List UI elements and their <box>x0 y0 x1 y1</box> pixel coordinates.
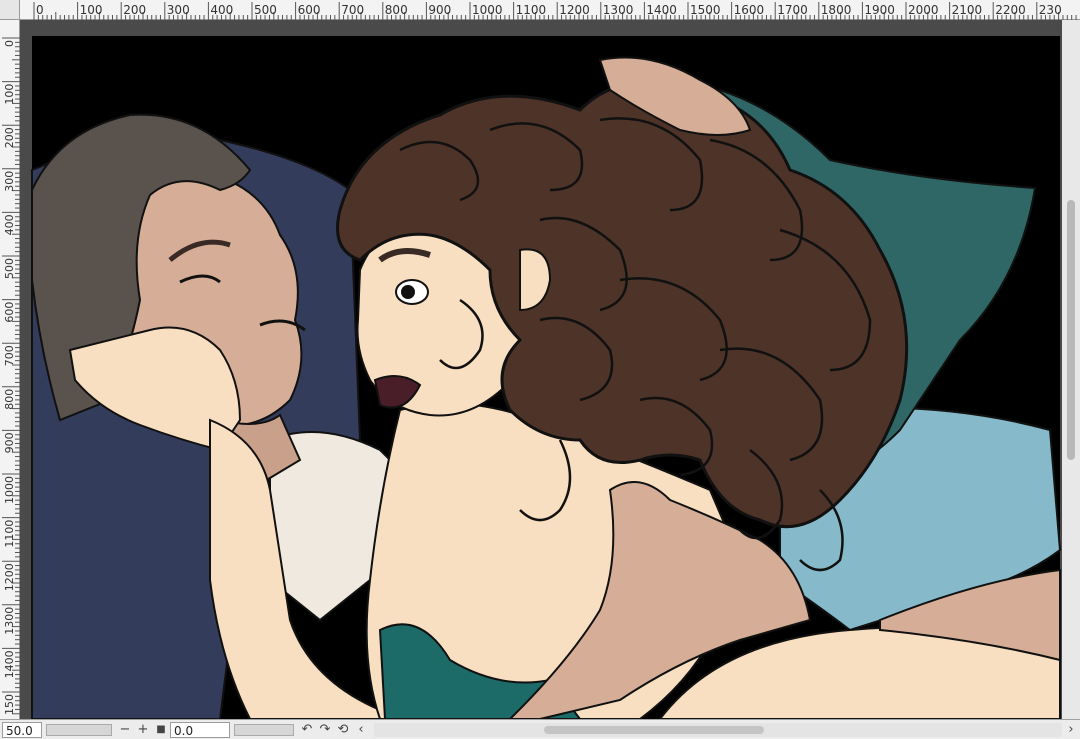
ruler-top-label: 1100 <box>516 3 547 17</box>
vertical-scrollbar-thumb[interactable] <box>1067 200 1075 460</box>
ruler-left-label: 1200 <box>3 563 16 591</box>
horizontal-scrollbar[interactable] <box>374 722 1062 737</box>
ruler-top-label: 900 <box>428 3 451 17</box>
ruler-top-label: 100 <box>80 3 103 17</box>
ruler-left-label: 400 <box>3 214 16 235</box>
ruler-top-label: 1900 <box>864 3 895 17</box>
ruler-top-label: 1700 <box>777 3 808 17</box>
zoom-slider[interactable] <box>46 723 112 736</box>
ruler-top-label: 2000 <box>908 3 939 17</box>
ruler-left-label: 700 <box>3 345 16 366</box>
rotation-field[interactable]: 0.0 <box>170 721 230 738</box>
artwork[interactable] <box>20 20 1062 719</box>
ruler-top-label: 300 <box>167 3 190 17</box>
canvas-statusbar: 50.0 − + ■ 0.0 ↶ ↷ ⟲ ‹ › <box>0 719 1080 739</box>
ruler-top-label: 400 <box>210 3 233 17</box>
ruler-top-label: 1500 <box>690 3 721 17</box>
ruler-left-label: 300 <box>3 171 16 192</box>
ruler-left-scale: 0 100 200 300 400 500 600 700 800 900 1000 1100 1200… <box>2 37 20 715</box>
zoom-in-button[interactable]: + <box>134 722 152 738</box>
ruler-top-label: 1800 <box>821 3 852 17</box>
ruler-top-label: 700 <box>341 3 364 17</box>
ruler-top-label: 1000 <box>472 3 503 17</box>
drawing-canvas[interactable] <box>20 20 1062 719</box>
rotation-slider[interactable] <box>234 723 294 736</box>
scroll-left-button[interactable]: ‹ <box>352 722 370 738</box>
ruler-top-label: 0 <box>36 3 44 17</box>
scroll-right-button[interactable]: › <box>1062 722 1080 738</box>
reset-rotation-button[interactable]: ⟲ <box>334 722 352 738</box>
ruler-left-label: 1300 <box>3 607 16 635</box>
ruler-left-label: 1100 <box>3 520 16 548</box>
zoom-out-button[interactable]: − <box>116 722 134 738</box>
redo-icon: ↷ <box>319 722 331 737</box>
ruler-top-label: 230 <box>1039 3 1062 17</box>
ruler-top-label: 1200 <box>559 3 590 17</box>
ruler-top-label: 500 <box>254 3 277 17</box>
ruler-top-label: 800 <box>385 3 408 17</box>
reset-rotation-icon: ⟲ <box>337 722 349 737</box>
ruler-left-label: 900 <box>3 432 16 453</box>
ruler-top-label: 2200 <box>995 3 1026 17</box>
ruler-corner <box>0 0 20 20</box>
undo-rotate-button[interactable]: ↶ <box>298 722 316 738</box>
ruler-top-label: 600 <box>298 3 321 17</box>
ruler-left-label: 600 <box>3 302 16 323</box>
ruler-left-label: 150 <box>3 694 16 715</box>
ruler-left-label: 500 <box>3 258 16 279</box>
vertical-scrollbar[interactable] <box>1062 20 1080 719</box>
ruler-top-label: 1600 <box>734 3 765 17</box>
ruler-top-label: 2100 <box>952 3 983 17</box>
redo-rotate-button[interactable]: ↷ <box>316 722 334 738</box>
ruler-top: 0 100 200 300 400 500 600 700 800 900 1000 1100 1200… <box>0 0 1080 20</box>
fit-window-button[interactable]: ■ <box>152 722 170 738</box>
ruler-top-scale: 0 100 200 300 400 500 600 700 800 900 1000 1100 1200… <box>33 2 1077 20</box>
undo-icon: ↶ <box>301 722 313 737</box>
ruler-left-label: 0 <box>3 40 16 47</box>
horizontal-scrollbar-thumb[interactable] <box>544 725 764 734</box>
ruler-left: 0 100 200 300 400 500 600 700 800 900 1000 1100 1200… <box>0 20 20 719</box>
zoom-field[interactable]: 50.0 <box>2 721 42 738</box>
ruler-left-label: 100 <box>3 84 16 105</box>
ruler-top-label: 1400 <box>646 3 677 17</box>
ruler-left-label: 200 <box>3 127 16 148</box>
ruler-top-label: 1300 <box>603 3 634 17</box>
ruler-left-label: 1400 <box>3 650 16 678</box>
ruler-top-label: 200 <box>123 3 146 17</box>
ruler-left-label: 800 <box>3 389 16 410</box>
ruler-left-label: 1000 <box>3 476 16 504</box>
